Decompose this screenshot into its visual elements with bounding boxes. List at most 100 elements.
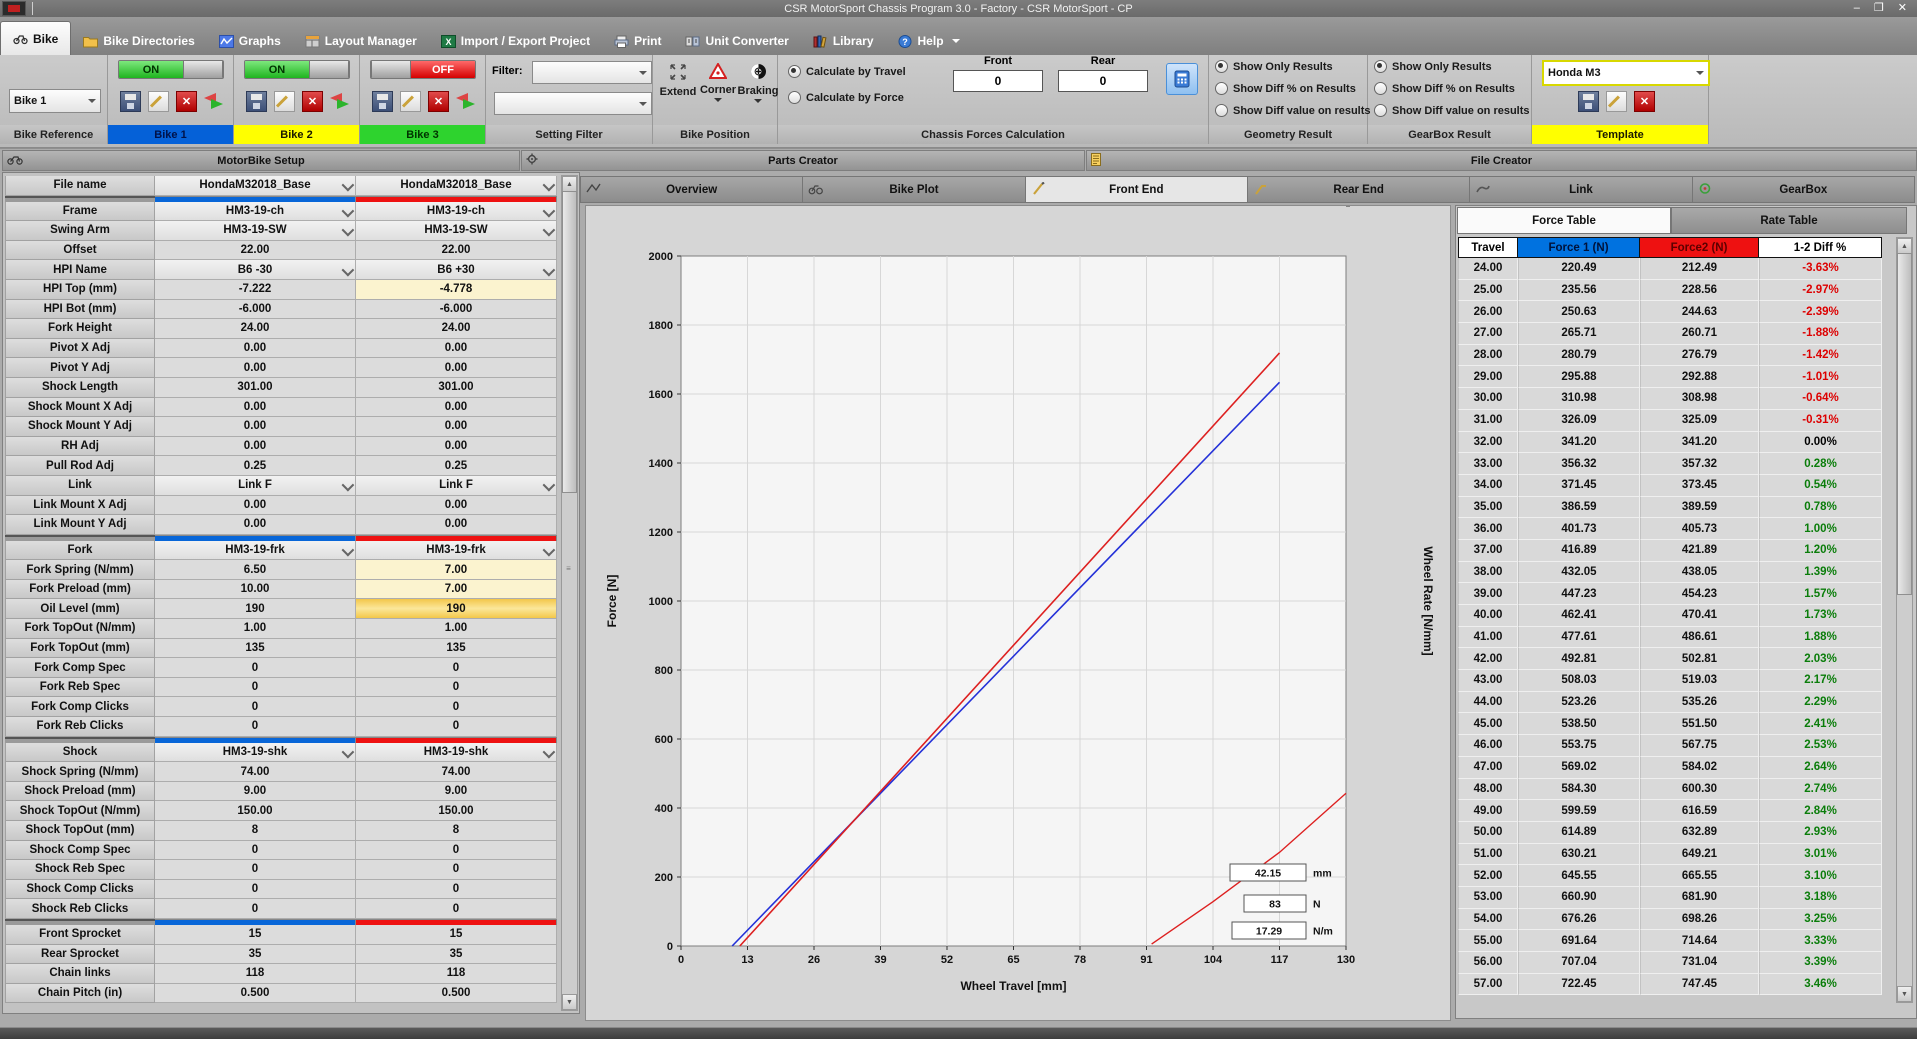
tab-gearbox[interactable]: GearBox (1693, 176, 1915, 203)
setup-scroll-thumb[interactable] (562, 191, 577, 493)
menu-tab-bike[interactable]: Bike (0, 21, 71, 55)
menu-tab-help[interactable]: ?Help (886, 27, 972, 55)
scroll-down-icon[interactable]: ▼ (562, 994, 577, 1010)
tab-rear-end[interactable]: Rear End (1248, 176, 1470, 203)
calculate-button[interactable] (1166, 63, 1198, 95)
extend-button[interactable]: Extend (659, 63, 697, 98)
motorbike-setup-header[interactable]: MotorBike Setup (2, 150, 520, 171)
force-table-scrollbar[interactable]: ▲ ▼ (1896, 237, 1913, 1003)
setup-bike1-value[interactable]: HM3-19-SW (155, 221, 356, 241)
setup-bike2-value[interactable]: B6 +30 (356, 260, 557, 280)
edit-icon[interactable] (148, 91, 169, 112)
tab-bike-plot[interactable]: Bike Plot (803, 176, 1025, 203)
setup-bike2-value[interactable]: HM3-19-SW (356, 221, 557, 241)
menu-tab-import-export-project[interactable]: XImport / Export Project (429, 27, 602, 55)
minimize-button[interactable]: – (1854, 0, 1860, 17)
scroll-up-icon[interactable]: ▲ (1897, 238, 1912, 254)
setup-bike2-value[interactable]: HM3-19-frk (356, 541, 557, 561)
swap-arrows-icon[interactable] (204, 91, 223, 110)
bike-3-toggle[interactable]: OFF (370, 60, 476, 79)
bikeplot-icon (808, 182, 823, 195)
swap-arrows-icon[interactable] (330, 91, 349, 110)
setup-bike2-value[interactable]: HM3-19-ch (356, 202, 557, 222)
edit-icon[interactable] (1606, 91, 1627, 112)
save-icon[interactable] (120, 91, 141, 112)
menu-tab-library[interactable]: Library (801, 27, 886, 55)
file-creator-header[interactable]: File Creator (1086, 150, 1917, 171)
setup-bike2-value[interactable]: HM3-19-shk (356, 743, 557, 763)
setup-bike1-value[interactable]: Link F (155, 476, 356, 496)
menu-tab-bike-directories[interactable]: Bike Directories (71, 27, 206, 55)
link-icon (1475, 182, 1490, 195)
maximize-button[interactable]: ❐ (1874, 0, 1884, 17)
column-header-1-2-diff-[interactable]: 1-2 Diff % (1759, 237, 1882, 258)
calc-mode-radio-1[interactable]: Calculate by Force (788, 91, 904, 104)
scroll-up-icon[interactable]: ▲ (562, 176, 577, 192)
column-header-force-1-n-[interactable]: Force 1 (N) (1518, 237, 1640, 258)
setup-bike1-value[interactable]: HM3-19-frk (155, 541, 356, 561)
gearbox-result-radio-1[interactable]: Show Diff % on Results (1374, 82, 1515, 95)
setup-bike1-value[interactable]: HondaM32018_Base (155, 176, 356, 196)
save-icon[interactable] (372, 91, 393, 112)
edit-icon[interactable] (274, 91, 295, 112)
delete-icon[interactable]: ✕ (176, 91, 197, 112)
force-scroll-thumb[interactable] (1897, 253, 1912, 595)
tab-overview[interactable]: Overview (580, 176, 803, 203)
edit-icon[interactable] (400, 91, 421, 112)
swap-arrows-icon[interactable] (456, 91, 475, 110)
tab-rate-table[interactable]: Rate Table (1671, 207, 1907, 234)
menu-tab-layout-manager[interactable]: Layout Manager (293, 27, 429, 55)
braking-button[interactable]: Braking (739, 63, 777, 103)
menu-tab-label: Print (634, 34, 661, 48)
setup-table-scrollbar[interactable]: ▲ ≡ ▼ (561, 175, 578, 1011)
gearbox-result-radio-0[interactable]: Show Only Results (1374, 60, 1492, 73)
calc-mode-radio-0[interactable]: Calculate by Travel (788, 65, 906, 78)
bike-reference-select[interactable]: Bike 1 (9, 89, 101, 113)
close-button[interactable]: ✕ (1898, 0, 1907, 17)
rear-input[interactable]: 0 (1058, 70, 1148, 92)
geometry-result-radio-1[interactable]: Show Diff % on Results (1215, 82, 1356, 95)
geometry-result-radio-0[interactable]: Show Only Results (1215, 60, 1333, 73)
delete-icon[interactable]: ✕ (428, 91, 449, 112)
setup-bike1-value[interactable]: HM3-19-ch (155, 202, 356, 222)
cell-diff: 3.25% (1759, 909, 1882, 931)
delete-icon[interactable]: ✕ (302, 91, 323, 112)
tab-link[interactable]: Link (1470, 176, 1692, 203)
corner-button[interactable]: Corner (699, 63, 737, 102)
geometry-result-radio-2[interactable]: Show Diff value on results (1215, 104, 1371, 117)
scroll-down-icon[interactable]: ▼ (1897, 986, 1912, 1002)
delete-icon[interactable]: ✕ (1634, 91, 1655, 112)
setup-row-label: Frame (5, 202, 155, 222)
filter-select-2[interactable] (494, 92, 652, 115)
setup-bike1-value[interactable]: HM3-19-shk (155, 743, 356, 763)
tab-force-table[interactable]: Force Table (1457, 207, 1671, 234)
cell-travel: 50.00 (1458, 822, 1518, 844)
setup-row: Shock Length301.00301.00 (5, 378, 562, 398)
save-icon[interactable] (1578, 91, 1599, 112)
bike-2-toggle[interactable]: ON (244, 60, 350, 79)
column-header-force2-n-[interactable]: Force2 (N) (1640, 237, 1759, 258)
force-travel-chart[interactable]: 0132639526578911041171300200400600800100… (586, 206, 1448, 1018)
view-tab-label: Front End (1026, 184, 1247, 196)
menu-tab-print[interactable]: Print (602, 27, 673, 55)
front-input[interactable]: 0 (953, 70, 1043, 92)
setup-row-label: Shock Reb Spec (5, 860, 155, 880)
cell-travel: 47.00 (1458, 757, 1518, 779)
menu-tab-graphs[interactable]: Graphs (207, 27, 293, 55)
setup-bike1-value[interactable]: B6 -30 (155, 260, 356, 280)
menu-tab-unit-converter[interactable]: Unit Converter (673, 27, 800, 55)
setup-row: ShockHM3-19-shkHM3-19-shk (5, 743, 562, 763)
setup-bike2-value[interactable]: Link F (356, 476, 557, 496)
cell-travel: 54.00 (1458, 909, 1518, 931)
bike-1-toggle[interactable]: ON (118, 60, 224, 79)
setup-bike2-value[interactable]: HondaM32018_Base (356, 176, 557, 196)
splitter-grip-icon[interactable]: ≡ (564, 564, 573, 573)
template-select[interactable]: Honda M3 (1542, 60, 1710, 86)
save-icon[interactable] (246, 91, 267, 112)
filter-select[interactable] (532, 61, 652, 84)
parts-creator-header[interactable]: Parts Creator (521, 150, 1085, 171)
tab-front-end[interactable]: Front End (1026, 176, 1248, 203)
gearbox-result-radio-2[interactable]: Show Diff value on results (1374, 104, 1530, 117)
cell-diff: 0.54% (1759, 475, 1882, 497)
column-header-travel[interactable]: Travel (1458, 237, 1518, 258)
